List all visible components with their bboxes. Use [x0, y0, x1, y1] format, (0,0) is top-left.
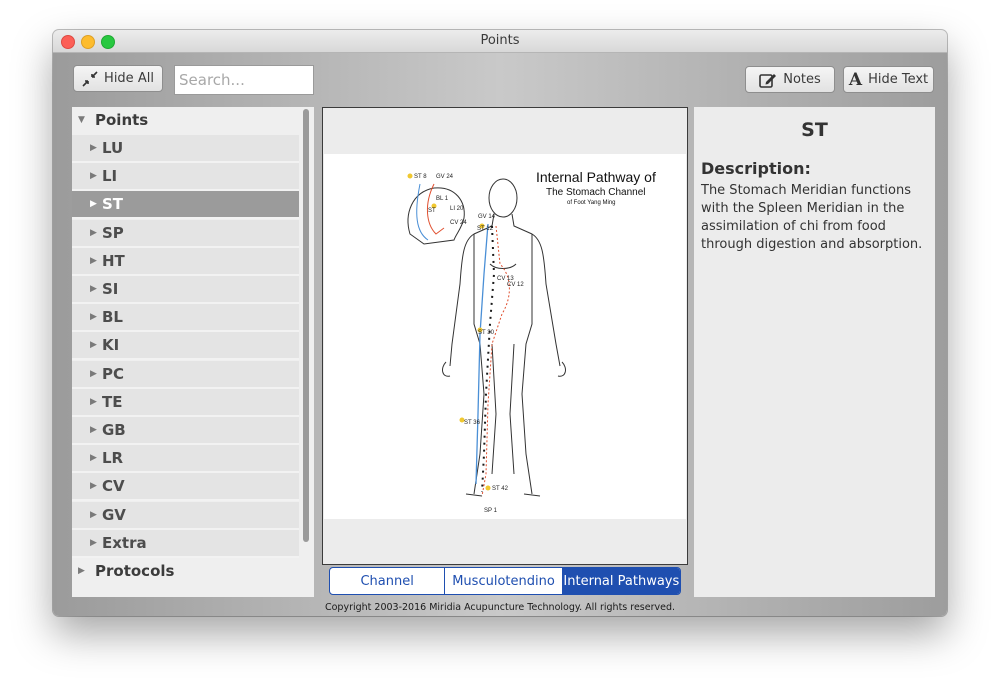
disclosure-right-icon[interactable]: ▶: [90, 284, 100, 294]
collapse-arrows-icon: [82, 70, 98, 87]
tree-item-extra[interactable]: ▶ Extra: [72, 529, 299, 558]
disclosure-down-icon[interactable]: ▼: [78, 115, 88, 125]
disclosure-right-icon[interactable]: ▶: [90, 481, 100, 491]
tree-item-si[interactable]: ▶ SI: [72, 276, 299, 304]
disclosure-right-icon[interactable]: ▶: [90, 425, 100, 435]
tree-item-cv[interactable]: ▶ CV: [72, 473, 299, 502]
disclosure-right-icon[interactable]: ▶: [90, 199, 100, 209]
tree-item-ki[interactable]: ▶ KI: [72, 332, 299, 361]
search-input[interactable]: [174, 65, 314, 95]
label-st8: ST 8: [414, 174, 427, 180]
tree-points-header[interactable]: ▼ Points: [72, 107, 299, 133]
hide-all-button[interactable]: Hide All: [73, 65, 163, 92]
body-pathway-illustration: Internal Pathway of The Stomach Channel …: [407, 169, 656, 514]
point-title: ST: [801, 119, 828, 141]
window-title: Points: [480, 33, 520, 48]
label-gv24: GV 24: [436, 174, 454, 180]
title-bar: Points: [53, 30, 947, 53]
tree-protocols-label: Protocols: [95, 562, 175, 580]
hide-all-label: Hide All: [104, 71, 154, 86]
tree-item-lr[interactable]: ▶ LR: [72, 445, 299, 474]
label-st12: ST 12: [477, 226, 494, 232]
tree-item-ht[interactable]: ▶ HT: [72, 247, 299, 276]
view-tabs: Channel Musculotendino Internal Pathways: [329, 567, 681, 595]
tree-item-pc[interactable]: ▶ PC: [72, 360, 299, 389]
tree-item-label: SP: [102, 223, 124, 242]
label-st42: ST 42: [492, 486, 509, 492]
label-st30: ST 30: [478, 330, 495, 336]
tree-item-gb[interactable]: ▶ GB: [72, 417, 299, 445]
description-panel: ST Description: The Stomach Meridian fun…: [694, 107, 935, 597]
tree-item-label: GB: [102, 421, 126, 439]
disclosure-right-icon[interactable]: ▶: [90, 453, 100, 463]
meridian-image-panel: Internal Pathway of The Stomach Channel …: [322, 107, 688, 565]
hide-text-button[interactable]: A Hide Text: [843, 66, 934, 93]
disclosure-right-icon[interactable]: ▶: [90, 312, 100, 322]
disclosure-right-icon[interactable]: ▶: [90, 340, 100, 350]
points-window: Points Hide All Notes A Hide Text ▼ Poin…: [53, 30, 947, 616]
label-cv12: CV 12: [507, 282, 524, 288]
disclosure-right-icon[interactable]: ▶: [90, 538, 100, 548]
tree-item-sp[interactable]: ▶ SP: [72, 219, 299, 248]
description-label: Description:: [701, 159, 811, 178]
tree-item-label: GV: [102, 505, 126, 524]
tree-item-li[interactable]: ▶ LI: [72, 163, 299, 192]
tree-item-label: HT: [102, 251, 125, 270]
tree-item-st[interactable]: ▶ ST: [72, 191, 299, 220]
tree-item-label: LI: [102, 167, 118, 186]
tree-item-bl[interactable]: ▶ BL: [72, 304, 299, 333]
label-st36: ST 36: [464, 420, 481, 426]
tree-points-label: Points: [95, 111, 149, 129]
tab-internal-pathways[interactable]: Internal Pathways: [562, 568, 680, 594]
tree-item-label: TE: [102, 392, 123, 411]
tab-channel[interactable]: Channel: [330, 568, 446, 594]
tree-item-label: ST: [102, 195, 124, 214]
label-sp1: SP 1: [484, 508, 498, 514]
diagram-subtitle-2: of Foot Yang Ming: [567, 200, 615, 206]
disclosure-right-icon[interactable]: ▶: [90, 397, 100, 407]
notes-label: Notes: [783, 72, 821, 87]
disclosure-right-icon[interactable]: ▶: [90, 510, 100, 520]
tree-item-te[interactable]: ▶ TE: [72, 388, 299, 417]
tree-item-label: LR: [102, 449, 124, 468]
label-gv14: GV 14: [478, 214, 496, 220]
tree-item-label: Extra: [102, 533, 147, 552]
tree-item-label: LU: [102, 139, 124, 157]
sidebar-scrollbar[interactable]: [301, 109, 311, 595]
label-cv24: CV 24: [450, 220, 467, 226]
tree-item-label: CV: [102, 477, 125, 496]
tree-protocols-header[interactable]: ▶ Protocols: [72, 558, 299, 584]
disclosure-right-icon[interactable]: ▶: [90, 369, 100, 379]
label-st: ST: [428, 208, 436, 214]
disclosure-right-icon[interactable]: ▶: [90, 143, 100, 153]
disclosure-right-icon[interactable]: ▶: [90, 256, 100, 266]
tree-item-label: BL: [102, 308, 123, 327]
copyright-text: Copyright 2003-2016 Miridia Acupuncture …: [324, 602, 676, 613]
tab-musculotendino[interactable]: Musculotendino: [445, 568, 563, 594]
disclosure-right-icon[interactable]: ▶: [78, 566, 88, 576]
diagram-title: Internal Pathway of: [536, 169, 656, 185]
label-li20: LI 20: [450, 206, 464, 212]
label-bl1: BL 1: [436, 196, 449, 202]
points-sidebar: ▼ Points ▶ LU ▶ LI ▶ ST ▶ SP ▶ HT ▶ SI ▶ BL ▶ KI ▶ PC ▶ TE ▶…: [72, 107, 314, 597]
sidebar-scroll-thumb[interactable]: [303, 109, 309, 542]
tree-item-label: SI: [102, 280, 119, 298]
stomach-channel-diagram: Internal Pathway of The Stomach Channel …: [324, 154, 686, 519]
description-text: The Stomach Meridian functions with the …: [701, 183, 923, 252]
disclosure-right-icon[interactable]: ▶: [90, 228, 100, 238]
tree-item-label: PC: [102, 364, 125, 383]
notes-button[interactable]: Notes: [745, 66, 835, 93]
tree-item-label: KI: [102, 336, 120, 355]
disclosure-right-icon[interactable]: ▶: [90, 171, 100, 181]
notes-pencil-icon: [759, 73, 777, 88]
tree-item-gv[interactable]: ▶ GV: [72, 501, 299, 530]
diagram-subtitle: The Stomach Channel: [546, 187, 646, 198]
hide-text-label: Hide Text: [868, 72, 929, 87]
font-a-icon: A: [848, 69, 863, 90]
tree-item-lu[interactable]: ▶ LU: [72, 135, 299, 163]
